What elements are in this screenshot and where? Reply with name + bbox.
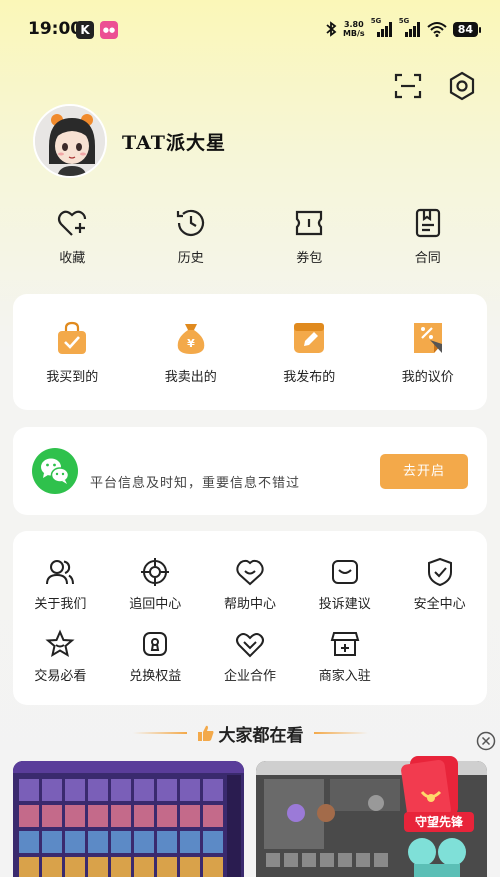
bought-label: 我买到的 [46,370,99,385]
close-circle-icon [476,731,496,751]
signal-sim1-icon: 5G [371,17,393,37]
published-button[interactable]: 我发布的 [250,320,369,410]
help-smile-icon [236,559,264,586]
scan-button[interactable] [392,70,424,102]
security-center-label: 安全中心 [413,597,466,612]
recovery-center-button[interactable]: 追回中心 [108,557,203,612]
thumbs-up-icon [197,725,213,741]
wechat-icon [32,448,78,494]
notification-app-icon: ●● [100,21,118,39]
orders-card: 我买到的 ¥ 我卖出的 我发布的 我的议价 [13,294,487,410]
redeem-benefits-button[interactable]: 兑换权益 [108,629,203,684]
feed-card-game-skins[interactable] [13,761,244,877]
quick-actions: 收藏 历史 券包 合同 [13,206,487,272]
star-icon [45,629,75,658]
promo-label: 守望先锋 [414,815,463,829]
coupon-icon [296,210,323,236]
status-bar: 19:00 K ●● 3.80 MB/s 5G 5G 84 [0,0,500,60]
section-title: 大家都在看 [197,721,304,746]
contracts-label: 合同 [414,251,441,266]
sold-label: 我卖出的 [164,370,217,385]
favorites-button[interactable]: 收藏 [13,206,132,272]
username[interactable]: TAT派大星 [122,128,226,155]
services-grid: 关于我们 追回中心 帮助中心 投诉建议 安全中心 交易必看 兑换权益 企业合作 … [13,557,487,684]
merchant-join-button[interactable]: 商家入驻 [297,629,392,684]
avatar[interactable] [33,104,107,178]
edit-note-icon [294,323,325,353]
help-center-button[interactable]: 帮助中心 [203,557,298,612]
help-center-label: 帮助中心 [223,597,276,612]
svg-text:¥: ¥ [187,337,195,350]
status-time: 19:00 [28,19,83,39]
about-us-label: 关于我们 [34,597,87,612]
trade-guide-button[interactable]: 交易必看 [13,629,108,684]
settings-button[interactable] [446,70,478,102]
notification-card: 平台信息及时知，重要信息不错过 去开启 [13,427,487,515]
scan-icon [394,73,422,99]
complaint-label: 投诉建议 [318,597,371,612]
settings-hex-icon [449,71,475,101]
sold-button[interactable]: ¥ 我卖出的 [132,320,251,410]
lock-badge-icon [143,632,168,656]
price-tag-icon [413,323,442,353]
favorites-label: 收藏 [59,251,86,266]
shopping-bag-icon [58,321,87,354]
security-center-button[interactable]: 安全中心 [392,557,487,612]
bluetooth-icon [326,21,337,37]
close-ad-button[interactable] [476,731,496,751]
enterprise-coop-label: 企业合作 [223,669,276,684]
enterprise-coop-button[interactable]: 企业合作 [203,629,298,684]
recovery-center-label: 追回中心 [129,597,182,612]
coupons-button[interactable]: 券包 [250,206,369,272]
bargain-button[interactable]: 我的议价 [369,320,488,410]
history-label: 历史 [177,251,204,266]
divider-right [313,732,368,734]
shield-check-icon [427,557,452,587]
merchant-join-label: 商家入驻 [318,669,371,684]
money-bag-icon: ¥ [177,324,205,354]
published-label: 我发布的 [283,370,336,385]
services-card: 关于我们 追回中心 帮助中心 投诉建议 安全中心 交易必看 兑换权益 企业合作 … [13,531,487,705]
history-clock-icon [176,209,204,236]
bought-button[interactable]: 我买到的 [13,320,132,410]
section-header: 大家都在看 [0,719,500,747]
game-skins-thumbnail-icon [13,761,244,877]
about-us-button[interactable]: 关于我们 [13,557,108,612]
enable-notification-button[interactable]: 去开启 [380,454,468,489]
notification-text: 平台信息及时知，重要信息不错过 [90,476,301,491]
users-icon [46,560,75,585]
redeem-benefits-label: 兑换权益 [129,669,182,684]
complaint-button[interactable]: 投诉建议 [297,557,392,612]
heart-plus-icon [58,210,87,236]
bargain-label: 我的议价 [401,370,454,385]
feedback-icon [331,560,358,584]
contracts-button[interactable]: 合同 [369,206,488,272]
status-right: 3.80 MB/s 5G 5G 84 [325,17,482,40]
contract-icon [415,208,440,238]
handshake-icon [235,633,264,658]
history-button[interactable]: 历史 [132,206,251,272]
signal-sim2-icon: 5G [399,17,421,37]
wifi-icon [427,22,447,37]
avatar-illustration-icon [35,106,105,176]
divider-left [132,732,187,734]
promo-badge[interactable]: 守望先锋 [400,754,476,877]
trade-guide-label: 交易必看 [34,669,87,684]
store-add-icon [330,632,360,656]
battery-indicator: 84 [452,21,482,37]
k-app-icon: K [76,21,94,39]
network-speed: 3.80 MB/s [342,20,365,38]
target-icon [141,558,170,586]
coupons-label: 券包 [296,251,323,266]
